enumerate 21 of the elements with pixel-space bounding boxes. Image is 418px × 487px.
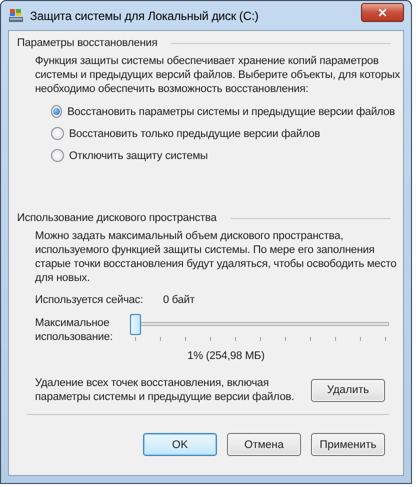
radio-option[interactable]: Отключить защиту системы xyxy=(51,149,395,162)
group-heading: Параметры восстановления xyxy=(17,37,158,49)
delete-button[interactable]: Удалить xyxy=(311,378,385,402)
description-text: Можно задать максимальный объем дискового пространства, используемого функцией защиты системы. По мере его заполнения старые точки восстановления будут удаляться, чтобы освободить место для новых. xyxy=(35,229,398,285)
slider-thumb[interactable] xyxy=(130,314,141,335)
slider-reading: 1% (254,98 МБ) xyxy=(187,350,265,362)
usage-slider[interactable] xyxy=(131,314,389,335)
shield-computer-icon xyxy=(8,8,24,24)
description-text: Функция защиты системы обеспечивает хранение копий параметров системы и предыдущих версий файлов. Выберите объекты, для которых необходимо обеспечить возможность восстановления: xyxy=(35,54,401,96)
group-heading: Использование дискового пространства xyxy=(17,212,217,224)
dialog-button[interactable]: Применить xyxy=(311,433,385,456)
radio-option[interactable]: Восстановить только предыдущие версии файлов xyxy=(51,127,395,140)
close-button[interactable]: ✕ xyxy=(361,3,404,22)
radio-option[interactable]: Восстановить параметры системы и предыдущие версии файлов xyxy=(51,105,395,118)
usage-value: 0 байт xyxy=(163,294,195,306)
max-usage-label: Максимальное использование: xyxy=(35,316,114,344)
dialog-button[interactable]: OK xyxy=(143,433,217,456)
dialog-button[interactable]: Отмена xyxy=(227,433,301,456)
usage-label: Используется сейчас: xyxy=(35,294,144,306)
window-title: Защита системы для Локальный диск (C:) xyxy=(30,8,260,22)
delete-description: Удаление всех точек восстановления, включая параметры системы и предыдущие версии файлов. xyxy=(35,376,296,404)
